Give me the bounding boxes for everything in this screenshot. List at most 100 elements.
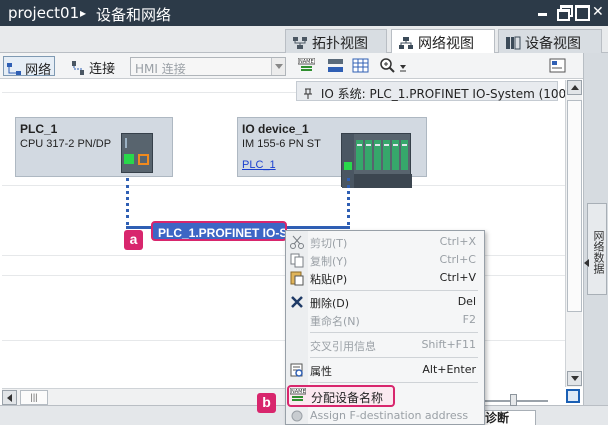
menu-item-paste-label: 粘贴(P)	[310, 273, 348, 286]
io-system-text: IO 系统: PLC_1.PROFINET IO-System (100)	[320, 87, 571, 101]
zoom-slider[interactable]	[478, 394, 548, 406]
restore-icon[interactable]	[556, 4, 573, 21]
tab-topology-view[interactable]: 拓扑视图	[285, 29, 387, 53]
vertical-scroll-thumb[interactable]	[567, 100, 582, 312]
cpu-module-icon	[121, 133, 153, 173]
connect-mode-label: 连接	[89, 62, 116, 77]
io-device-box[interactable]: IO device_1 IM 155-6 PN ST PLC_1	[237, 117, 427, 188]
grid-line	[2, 185, 565, 186]
io-controller-link[interactable]: PLC_1	[242, 159, 276, 171]
menu-item-xref-label: 交叉引用信息	[310, 340, 376, 353]
plc-profinet-wire[interactable]	[126, 178, 129, 225]
connect-mode-button[interactable]: 连接	[68, 56, 118, 77]
io-system-label[interactable]: IO 系统: PLC_1.PROFINET IO-System (100)	[296, 81, 571, 101]
svg-text:NAME: NAME	[291, 389, 306, 395]
menu-item-cut-shortcut: Ctrl+X	[439, 235, 476, 248]
horizontal-scroll-thumb[interactable]: |||	[20, 390, 48, 405]
network-data-panel-tab[interactable]: 网络数据	[587, 203, 607, 295]
menu-item-rename-label: 重命名(N)	[310, 315, 360, 328]
table-icon[interactable]	[352, 58, 369, 74]
menu-separator	[310, 332, 478, 333]
menu-item-paste-shortcut: Ctrl+V	[439, 271, 476, 284]
device-view-icon	[505, 36, 521, 50]
menu-item-copy-label: 复制(Y)	[310, 255, 348, 268]
menu-item-properties-label: 属性	[310, 365, 332, 378]
chevron-down-icon[interactable]	[271, 58, 285, 75]
menu-item-assign-f-label: Assign F-destination address	[310, 409, 469, 422]
copy-icon	[289, 252, 305, 268]
project-name: project01	[8, 4, 80, 22]
menu-item-assign-name-label: 分配设备名称	[311, 391, 384, 405]
breadcrumb-separator: ▸	[80, 6, 87, 20]
vertical-scrollbar[interactable]	[565, 80, 582, 387]
profinet-network-label[interactable]: PLC_1.PROFINET IO-System	[151, 221, 287, 241]
network-mode-button[interactable]: 网络	[3, 56, 56, 78]
callout-a-badge: a	[124, 230, 143, 250]
context-menu: 剪切(T) Ctrl+X 复制(Y) Ctrl+C 粘贴(P) Ctrl+V 删…	[285, 230, 485, 425]
menu-item-copy-shortcut: Ctrl+C	[439, 253, 476, 266]
diagnostics-tab[interactable]: 诊断	[480, 410, 536, 425]
scroll-left-icon[interactable]	[2, 390, 17, 405]
layout-icon[interactable]	[549, 58, 566, 74]
assign-name-icon[interactable]: NAME	[297, 57, 316, 74]
status-led-green	[124, 154, 134, 164]
io-module-rack-icon	[341, 133, 412, 188]
io-device-type: IM 155-6 PN ST	[242, 138, 321, 150]
topology-view-icon	[292, 36, 308, 50]
menu-item-properties-shortcut: Alt+Enter	[422, 363, 476, 376]
delete-x-icon	[289, 294, 305, 310]
overview-navigation-icon[interactable]	[566, 389, 580, 403]
hmi-connection-select[interactable]: HMI 连接	[130, 57, 286, 76]
menu-item-assign-device-name[interactable]: NAME 分配设备名称	[287, 385, 395, 407]
paste-icon	[289, 270, 305, 286]
plc-type: CPU 317-2 PN/DP	[20, 138, 112, 150]
io-module-slots	[342, 134, 412, 188]
menu-item-assign-f-destination[interactable]: Assign F-destination address	[286, 407, 484, 425]
connect-mode-icon	[72, 61, 84, 75]
menu-item-delete[interactable]: 删除(D) Del	[286, 293, 484, 311]
menu-item-xref-shortcut: Shift+F11	[421, 338, 476, 351]
close-icon[interactable]: ✕	[592, 4, 606, 18]
assign-name-icon: NAME	[289, 387, 307, 404]
zoom-slider-handle[interactable]	[510, 394, 517, 406]
properties-icon	[289, 362, 305, 378]
module-marker	[125, 138, 127, 148]
minimize-icon[interactable]	[536, 4, 550, 18]
menu-separator	[310, 357, 478, 358]
menu-item-paste[interactable]: 粘贴(P) Ctrl+V	[286, 269, 484, 287]
tab-device-label: 设备视图	[525, 36, 581, 52]
plc-device-box[interactable]: PLC_1 CPU 317-2 PN/DP	[15, 117, 173, 177]
side-task-panel: 网络数据	[583, 53, 608, 405]
menu-separator	[310, 382, 478, 383]
f-address-icon	[289, 408, 305, 424]
menu-item-delete-label: 删除(D)	[310, 297, 350, 310]
menu-item-copy[interactable]: 复制(Y) Ctrl+C	[286, 251, 484, 269]
menu-item-cut-label: 剪切(T)	[310, 237, 348, 250]
hmi-connection-value: HMI 连接	[135, 62, 186, 76]
menu-item-cross-reference[interactable]: 交叉引用信息 Shift+F11	[286, 336, 484, 354]
tab-topology-label: 拓扑视图	[312, 36, 368, 52]
scroll-up-icon[interactable]	[567, 80, 582, 95]
network-toolbar: 网络 连接 HMI 连接 NAME	[0, 53, 608, 79]
window-title-bar: project01 ▸ 设备和网络 ✕	[0, 0, 608, 26]
svg-text:NAME: NAME	[299, 59, 314, 65]
menu-item-rename[interactable]: 重命名(N) F2	[286, 311, 484, 329]
tab-network-view[interactable]: 网络视图	[391, 29, 495, 53]
menu-item-rename-shortcut: F2	[462, 313, 476, 326]
show-address-icon[interactable]	[327, 58, 344, 74]
scissors-icon	[289, 234, 305, 250]
menu-item-properties[interactable]: 属性 Alt+Enter	[286, 361, 484, 379]
scroll-down-icon[interactable]	[567, 371, 582, 386]
zoom-dropdown-icon[interactable]	[398, 58, 408, 74]
menu-item-cut[interactable]: 剪切(T) Ctrl+X	[286, 233, 484, 251]
tab-device-view[interactable]: 设备视图	[498, 29, 602, 53]
network-mode-label: 网络	[25, 63, 52, 78]
io-device-profinet-wire[interactable]	[347, 178, 350, 225]
editor-title: 设备和网络	[96, 6, 172, 24]
panel-expand-icon[interactable]	[584, 258, 590, 268]
maximize-icon[interactable]	[574, 4, 590, 21]
zoom-icon[interactable]	[380, 58, 397, 74]
network-mode-icon	[7, 63, 21, 75]
horizontal-scrollbar[interactable]: |||	[2, 388, 292, 405]
pin-icon[interactable]	[303, 88, 313, 99]
